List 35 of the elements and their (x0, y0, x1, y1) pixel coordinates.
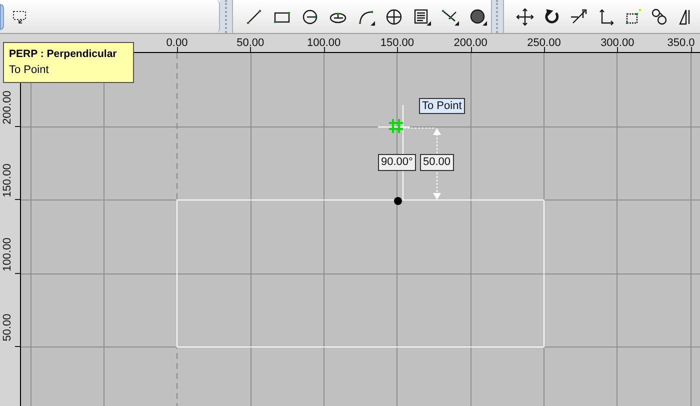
rotate-icon (543, 8, 561, 26)
ruler-label: 350.0 (667, 38, 695, 49)
ruler-label: 150.00 (380, 38, 414, 49)
move-icon (516, 8, 534, 26)
crosshair-circle-icon (384, 8, 403, 26)
tooltip-text: To Point (9, 63, 50, 78)
rectangle-points-icon (624, 8, 642, 26)
scale-icon (570, 8, 588, 26)
ruler-label: 250.00 (527, 38, 561, 49)
line-icon (244, 8, 263, 26)
cursor-icon (388, 118, 404, 134)
angle-label: 90.00° (378, 154, 416, 171)
document-icon (412, 8, 431, 26)
ruler-label: 0.00 (166, 38, 188, 49)
ruler-label: 150.00 (2, 163, 14, 200)
circles-icon (651, 8, 669, 26)
point-marker (394, 197, 402, 205)
distance-label: 50.00 (420, 154, 454, 171)
ruler-label: 50.00 (2, 312, 14, 344)
hatch-icon (468, 8, 487, 26)
snap-label: To Point (419, 98, 465, 114)
ruler-label: 100.00 (2, 236, 14, 274)
cursor-line (378, 126, 410, 128)
ruler-label: 100.00 (306, 38, 341, 49)
ruler-label: 300.00 (600, 38, 634, 49)
circle-icon (300, 8, 319, 26)
selection-icon (12, 8, 28, 24)
toolbar-grip[interactable] (220, 0, 232, 33)
ruler-label: 50.00 (236, 38, 264, 49)
trim-icon (440, 8, 459, 26)
ruler-label: 200.00 (2, 90, 14, 126)
axes-icon (597, 8, 615, 26)
ruler-label: 200.00 (454, 38, 488, 49)
tooltip-title: PERP : Perpendicular (9, 47, 118, 62)
toolbar-grip[interactable] (492, 0, 503, 33)
